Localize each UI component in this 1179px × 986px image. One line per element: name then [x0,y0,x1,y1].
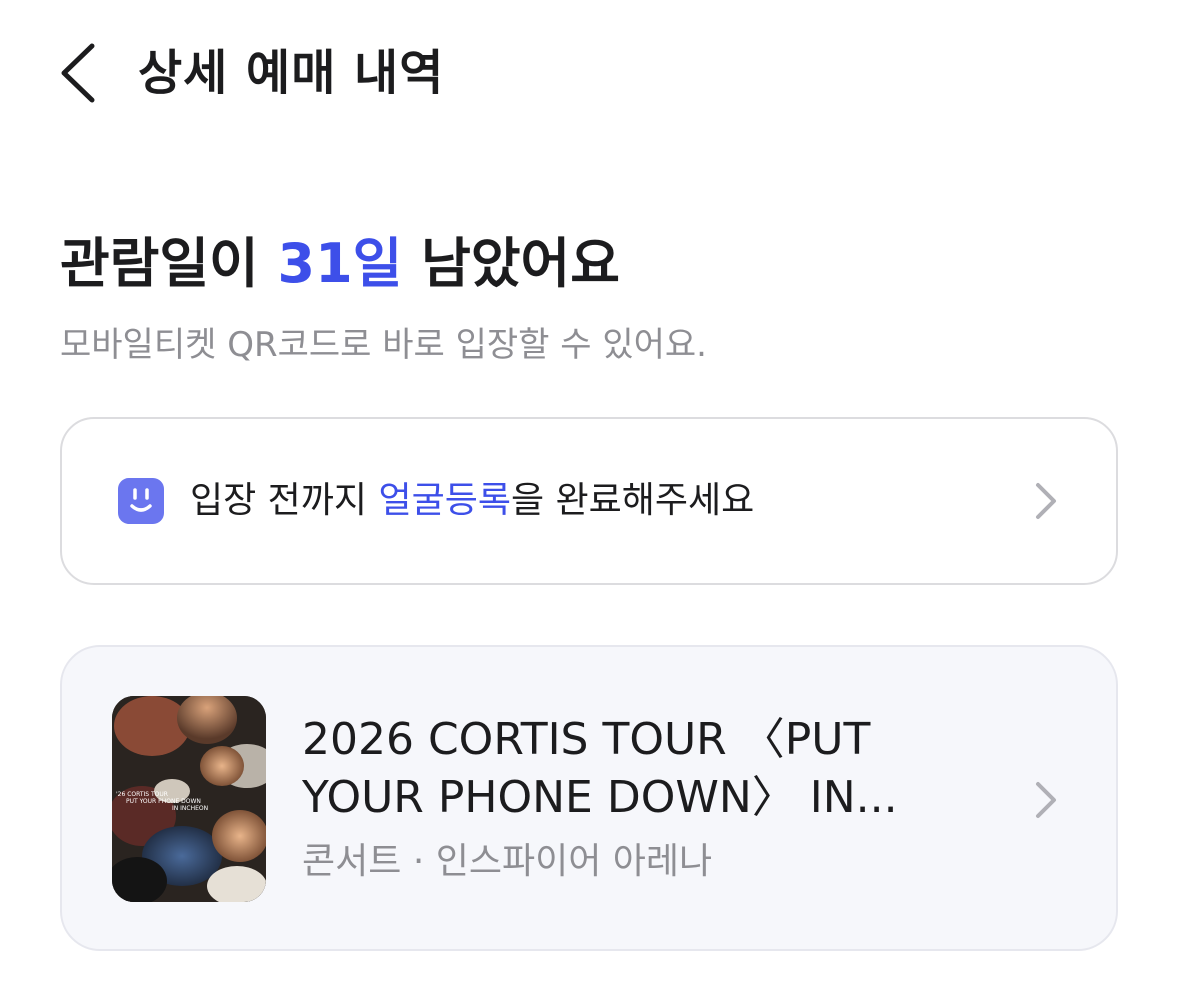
event-card[interactable]: '26 CORTIS TOUR PUT YOUR PHONE DOWN IN I… [60,645,1118,951]
event-meta: 콘서트 · 인스파이어 아레나 [302,837,712,887]
face-registration-card[interactable]: 입장 전까지 얼굴등록을 완료해주세요 [60,417,1118,585]
face-registration-link[interactable]: 얼굴등록 [379,480,511,521]
top-bar: 상세 예매 내역 [0,0,1179,150]
days-remaining-count: 31일 [277,232,403,295]
poster-text-line2: PUT YOUR PHONE DOWN [126,798,201,805]
days-remaining-headline: 관람일이 31일 남았어요 [60,228,620,300]
event-venue: 인스파이어 아레나 [435,841,713,882]
event-title-line2: YOUR PHONE DOWN〉 IN... [302,772,898,823]
chevron-right-icon [1036,483,1056,519]
event-category: 콘서트 [302,841,402,882]
face-text-prefix: 입장 전까지 [190,480,379,521]
meta-separator: · [401,841,436,882]
face-icon [118,478,164,524]
event-title: 2026 CORTIS TOUR 〈PUT YOUR PHONE DOWN〉 I… [302,711,942,827]
face-registration-text: 입장 전까지 얼굴등록을 완료해주세요 [190,473,754,529]
poster-text-line3: IN INCHEON [172,805,208,812]
back-button[interactable] [48,40,108,106]
chevron-left-icon [61,43,95,103]
event-title-line1: 2026 CORTIS TOUR 〈PUT [302,714,871,765]
headline-prefix: 관람일이 [60,232,278,295]
poster-text-line1: '26 CORTIS TOUR [116,791,168,798]
face-text-suffix: 을 완료해주세요 [510,480,755,521]
headline-suffix: 남았어요 [402,232,620,295]
chevron-right-icon [1036,782,1056,818]
event-poster-image: '26 CORTIS TOUR PUT YOUR PHONE DOWN IN I… [112,696,266,902]
page-title: 상세 예매 내역 [138,45,445,101]
qr-entry-notice: 모바일티켓 QR코드로 바로 입장할 수 있어요. [60,325,707,365]
